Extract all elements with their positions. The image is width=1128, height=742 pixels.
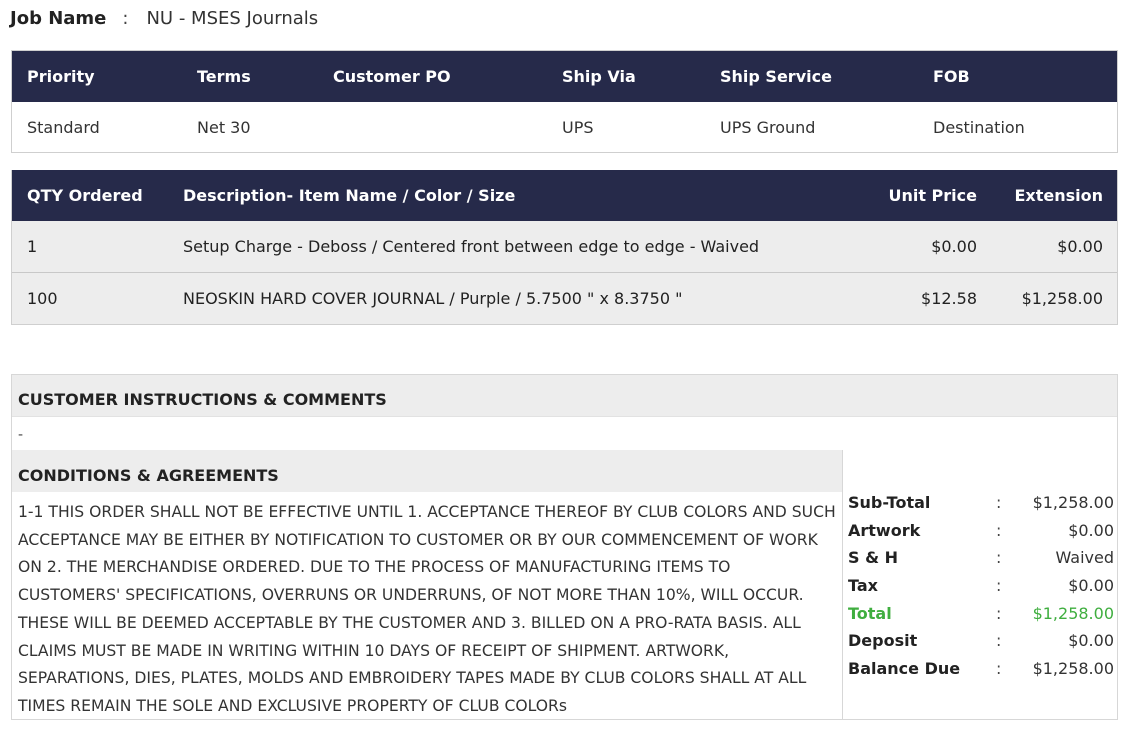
shipping-header-terms: Terms [197, 67, 251, 86]
totals-summary: Sub-Total : $1,258.00 Artwork : $0.00 S … [848, 493, 1114, 687]
customer-instructions-header: CUSTOMER INSTRUCTIONS & COMMENTS [12, 375, 1117, 416]
conditions-line: ON 2. THE MERCHANDISE ORDERED. DUE TO TH… [18, 558, 731, 577]
items-header-qty: QTY Ordered [27, 186, 143, 205]
items-header-description: Description- Item Name / Color / Size [183, 186, 516, 205]
items-header-row: QTY Ordered Description- Item Name / Col… [12, 170, 1117, 221]
job-name-label: Job Name [10, 8, 107, 29]
shipping-header-priority: Priority [27, 67, 95, 86]
shipping-header-row: Priority Terms Customer PO Ship Via Ship… [12, 51, 1117, 102]
totals-row-artwork: Artwork : $0.00 [848, 521, 1114, 549]
shipping-ship-service-value: UPS Ground [720, 117, 816, 137]
items-header-extension: Extension [1014, 186, 1103, 205]
totals-separator: : [996, 576, 1002, 596]
conditions-line: CLAIMS MUST BE MADE IN WRITING WITHIN 10… [18, 641, 730, 660]
totals-value: $0.00 [1068, 631, 1114, 651]
totals-row-balance-due: Balance Due : $1,258.00 [848, 659, 1114, 687]
item-unit-price: $0.00 [931, 237, 977, 256]
conditions-line: SEPARATIONS, DIES, PLATES, MOLDS AND EMB… [18, 669, 807, 688]
item-extension: $0.00 [1057, 237, 1103, 256]
instructions-and-totals-panel: CUSTOMER INSTRUCTIONS & COMMENTS - CONDI… [11, 374, 1118, 720]
totals-value: $0.00 [1068, 520, 1114, 540]
customer-instructions-text: - [18, 427, 24, 443]
item-row: 1 Setup Charge - Deboss / Centered front… [12, 221, 1117, 272]
item-qty: 100 [27, 289, 58, 308]
divider [12, 416, 1117, 417]
item-extension: $1,258.00 [1021, 289, 1103, 308]
shipping-header-ship-service: Ship Service [720, 67, 832, 86]
divider [842, 450, 843, 720]
totals-label: Tax [848, 576, 878, 596]
job-name-separator: : [122, 8, 129, 29]
totals-label: Artwork [848, 520, 921, 540]
conditions-line: 1-1 THIS ORDER SHALL NOT BE EFFECTIVE UN… [18, 503, 836, 521]
totals-row-shipping-handling: S & H : Waived [848, 548, 1114, 576]
shipping-table: Priority Terms Customer PO Ship Via Ship… [11, 50, 1118, 153]
shipping-header-fob: FOB [933, 67, 970, 86]
totals-label: Deposit [848, 631, 918, 651]
shipping-header-customer-po: Customer PO [333, 67, 451, 86]
totals-row-subtotal: Sub-Total : $1,258.00 [848, 493, 1114, 521]
customer-instructions-title: CUSTOMER INSTRUCTIONS & COMMENTS [18, 390, 387, 409]
item-qty: 1 [27, 237, 38, 256]
shipping-header-ship-via: Ship Via [562, 67, 636, 86]
shipping-ship-via-value: UPS [562, 117, 594, 137]
conditions-header: CONDITIONS & AGREEMENTS [12, 450, 842, 492]
totals-separator: : [996, 603, 1002, 623]
totals-separator: : [996, 493, 1002, 512]
totals-value: Waived [1055, 548, 1114, 568]
job-name-line: Job Name : NU - MSES Journals [10, 8, 318, 29]
totals-value: $1,258.00 [1032, 659, 1114, 679]
totals-label: S & H [848, 548, 899, 568]
shipping-priority-value: Standard [27, 117, 100, 137]
conditions-line: ACCEPTANCE MAY BE EITHER BY NOTIFICATION… [18, 530, 818, 549]
conditions-line: THESE WILL BE DEEMED ACCEPTABLE BY THE C… [18, 613, 801, 632]
job-name-value: NU - MSES Journals [146, 8, 319, 29]
totals-separator: : [996, 548, 1002, 568]
item-unit-price: $12.58 [921, 289, 977, 308]
totals-label: Total [848, 603, 892, 623]
items-header-unit-price: Unit Price [888, 186, 977, 205]
shipping-fob-value: Destination [933, 117, 1025, 137]
totals-row-total: Total : $1,258.00 [848, 604, 1114, 632]
conditions-text: 1-1 THIS ORDER SHALL NOT BE EFFECTIVE UN… [18, 499, 838, 721]
totals-separator: : [996, 631, 1002, 651]
totals-separator: : [996, 520, 1002, 540]
totals-label: Sub-Total [848, 493, 931, 512]
conditions-line: CUSTOMERS' SPECIFICATIONS, OVERRUNS OR U… [18, 586, 804, 605]
totals-value: $1,258.00 [1032, 603, 1114, 623]
totals-row-deposit: Deposit : $0.00 [848, 631, 1114, 659]
conditions-line: TIMES REMAIN THE SOLE AND EXCLUSIVE PROP… [18, 696, 568, 715]
item-description: Setup Charge - Deboss / Centered front b… [183, 237, 760, 256]
item-description: NEOSKIN HARD COVER JOURNAL / Purple / 5.… [183, 289, 683, 308]
shipping-terms-value: Net 30 [197, 117, 251, 137]
shipping-value-row: Standard Net 30 UPS UPS Ground Destinati… [12, 102, 1117, 152]
totals-value: $0.00 [1068, 576, 1114, 596]
conditions-title: CONDITIONS & AGREEMENTS [18, 466, 279, 485]
item-row: 100 NEOSKIN HARD COVER JOURNAL / Purple … [12, 272, 1117, 324]
totals-row-tax: Tax : $0.00 [848, 576, 1114, 604]
totals-label: Balance Due [848, 659, 961, 679]
items-table: QTY Ordered Description- Item Name / Col… [11, 170, 1118, 325]
totals-value: $1,258.00 [1032, 493, 1114, 512]
totals-separator: : [996, 659, 1002, 679]
